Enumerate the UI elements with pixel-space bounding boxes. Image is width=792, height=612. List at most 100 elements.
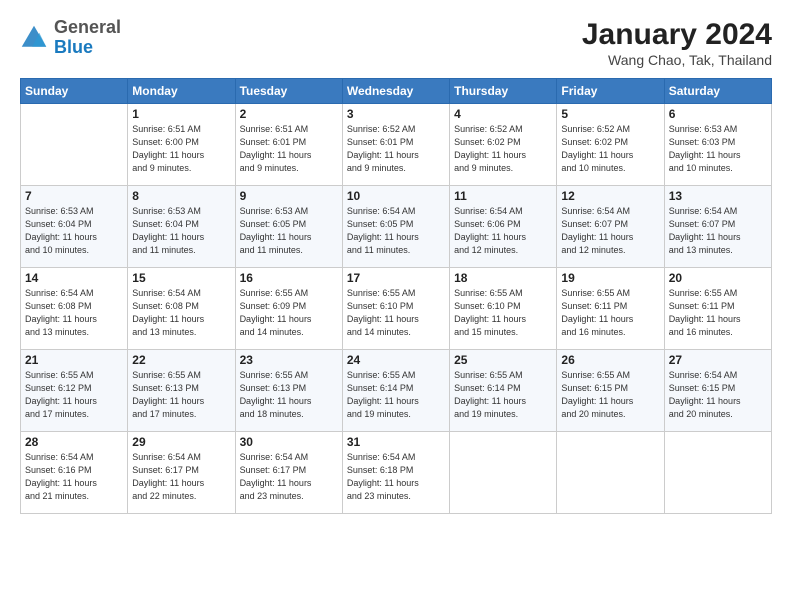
day-number: 16 — [240, 271, 338, 285]
weekday-header-tuesday: Tuesday — [235, 79, 342, 104]
cell-text: Sunrise: 6:55 AM Sunset: 6:11 PM Dayligh… — [669, 287, 767, 339]
calendar-cell: 8 Sunrise: 6:53 AM Sunset: 6:04 PM Daylig… — [128, 186, 235, 268]
cell-text: Sunrise: 6:55 AM Sunset: 6:14 PM Dayligh… — [347, 369, 445, 421]
calendar-cell: 24 Sunrise: 6:55 AM Sunset: 6:14 PM Dayli… — [342, 350, 449, 432]
day-number: 22 — [132, 353, 230, 367]
cell-text: Sunrise: 6:54 AM Sunset: 6:07 PM Dayligh… — [561, 205, 659, 257]
calendar-subtitle: Wang Chao, Tak, Thailand — [582, 52, 772, 68]
cell-text: Sunrise: 6:55 AM Sunset: 6:13 PM Dayligh… — [240, 369, 338, 421]
cell-text: Sunrise: 6:55 AM Sunset: 6:10 PM Dayligh… — [347, 287, 445, 339]
weekday-header-sunday: Sunday — [21, 79, 128, 104]
logo-general: General — [54, 17, 121, 37]
day-number: 8 — [132, 189, 230, 203]
logo-text: General Blue — [54, 18, 121, 58]
day-number: 6 — [669, 107, 767, 121]
cell-text: Sunrise: 6:53 AM Sunset: 6:05 PM Dayligh… — [240, 205, 338, 257]
calendar-cell — [21, 104, 128, 186]
day-number: 29 — [132, 435, 230, 449]
calendar-cell: 17Sunrise: 6:55 AM Sunset: 6:10 PM Dayli… — [342, 268, 449, 350]
day-number: 15 — [132, 271, 230, 285]
calendar-cell: 11 Sunrise: 6:54 AM Sunset: 6:06 PM Dayli… — [450, 186, 557, 268]
day-number: 28 — [25, 435, 123, 449]
day-number: 20 — [669, 271, 767, 285]
logo: General Blue — [20, 18, 121, 58]
cell-text: Sunrise: 6:53 AM Sunset: 6:03 PM Dayligh… — [669, 123, 767, 175]
logo-blue-text: Blue — [54, 37, 93, 57]
cell-text: Sunrise: 6:54 AM Sunset: 6:06 PM Dayligh… — [454, 205, 552, 257]
calendar-table: SundayMondayTuesdayWednesdayThursdayFrid… — [20, 78, 772, 514]
cell-text: Sunrise: 6:53 AM Sunset: 6:04 PM Dayligh… — [25, 205, 123, 257]
cell-text: Sunrise: 6:55 AM Sunset: 6:09 PM Dayligh… — [240, 287, 338, 339]
calendar-cell: 2 Sunrise: 6:51 AM Sunset: 6:01 PM Daylig… — [235, 104, 342, 186]
weekday-header-thursday: Thursday — [450, 79, 557, 104]
calendar-cell — [557, 432, 664, 514]
calendar-cell: 9 Sunrise: 6:53 AM Sunset: 6:05 PM Daylig… — [235, 186, 342, 268]
day-number: 10 — [347, 189, 445, 203]
cell-text: Sunrise: 6:54 AM Sunset: 6:15 PM Dayligh… — [669, 369, 767, 421]
day-number: 4 — [454, 107, 552, 121]
calendar-cell: 3 Sunrise: 6:52 AM Sunset: 6:01 PM Daylig… — [342, 104, 449, 186]
calendar-cell: 1 Sunrise: 6:51 AM Sunset: 6:00 PM Daylig… — [128, 104, 235, 186]
day-number: 1 — [132, 107, 230, 121]
cell-text: Sunrise: 6:51 AM Sunset: 6:01 PM Dayligh… — [240, 123, 338, 175]
day-number: 14 — [25, 271, 123, 285]
cell-text: Sunrise: 6:52 AM Sunset: 6:02 PM Dayligh… — [561, 123, 659, 175]
calendar-week-3: 14 Sunrise: 6:54 AM Sunset: 6:08 PM Dayli… — [21, 268, 772, 350]
day-number: 26 — [561, 353, 659, 367]
calendar-week-4: 21 Sunrise: 6:55 AM Sunset: 6:12 PM Dayli… — [21, 350, 772, 432]
calendar-cell: 6 Sunrise: 6:53 AM Sunset: 6:03 PM Daylig… — [664, 104, 771, 186]
day-number: 2 — [240, 107, 338, 121]
weekday-row: SundayMondayTuesdayWednesdayThursdayFrid… — [21, 79, 772, 104]
cell-text: Sunrise: 6:54 AM Sunset: 6:08 PM Dayligh… — [25, 287, 123, 339]
day-number: 19 — [561, 271, 659, 285]
calendar-body: 1 Sunrise: 6:51 AM Sunset: 6:00 PM Daylig… — [21, 104, 772, 514]
calendar-cell — [450, 432, 557, 514]
calendar-cell: 27Sunrise: 6:54 AM Sunset: 6:15 PM Dayli… — [664, 350, 771, 432]
calendar-cell: 31Sunrise: 6:54 AM Sunset: 6:18 PM Dayli… — [342, 432, 449, 514]
cell-text: Sunrise: 6:54 AM Sunset: 6:18 PM Dayligh… — [347, 451, 445, 503]
cell-text: Sunrise: 6:54 AM Sunset: 6:17 PM Dayligh… — [240, 451, 338, 503]
calendar-cell: 15 Sunrise: 6:54 AM Sunset: 6:08 PM Dayli… — [128, 268, 235, 350]
calendar-cell — [664, 432, 771, 514]
calendar-cell: 16 Sunrise: 6:55 AM Sunset: 6:09 PM Dayli… — [235, 268, 342, 350]
logo-icon — [20, 24, 48, 52]
calendar-cell: 22 Sunrise: 6:55 AM Sunset: 6:13 PM Dayli… — [128, 350, 235, 432]
calendar-cell: 23 Sunrise: 6:55 AM Sunset: 6:13 PM Dayli… — [235, 350, 342, 432]
calendar-cell: 5Sunrise: 6:52 AM Sunset: 6:02 PM Daylig… — [557, 104, 664, 186]
page: General Blue January 2024 Wang Chao, Tak… — [0, 0, 792, 612]
calendar-week-1: 1 Sunrise: 6:51 AM Sunset: 6:00 PM Daylig… — [21, 104, 772, 186]
calendar-cell: 7Sunrise: 6:53 AM Sunset: 6:04 PM Daylig… — [21, 186, 128, 268]
day-number: 12 — [561, 189, 659, 203]
cell-text: Sunrise: 6:52 AM Sunset: 6:02 PM Dayligh… — [454, 123, 552, 175]
cell-text: Sunrise: 6:54 AM Sunset: 6:08 PM Dayligh… — [132, 287, 230, 339]
calendar-title: January 2024 — [582, 18, 772, 52]
cell-text: Sunrise: 6:55 AM Sunset: 6:15 PM Dayligh… — [561, 369, 659, 421]
day-number: 21 — [25, 353, 123, 367]
calendar-week-5: 28 Sunrise: 6:54 AM Sunset: 6:16 PM Dayli… — [21, 432, 772, 514]
cell-text: Sunrise: 6:53 AM Sunset: 6:04 PM Dayligh… — [132, 205, 230, 257]
cell-text: Sunrise: 6:52 AM Sunset: 6:01 PM Dayligh… — [347, 123, 445, 175]
calendar-cell: 21 Sunrise: 6:55 AM Sunset: 6:12 PM Dayli… — [21, 350, 128, 432]
calendar-cell: 10Sunrise: 6:54 AM Sunset: 6:05 PM Dayli… — [342, 186, 449, 268]
calendar-cell: 30Sunrise: 6:54 AM Sunset: 6:17 PM Dayli… — [235, 432, 342, 514]
weekday-header-friday: Friday — [557, 79, 664, 104]
header: General Blue January 2024 Wang Chao, Tak… — [20, 18, 772, 68]
calendar-cell: 20 Sunrise: 6:55 AM Sunset: 6:11 PM Dayli… — [664, 268, 771, 350]
cell-text: Sunrise: 6:55 AM Sunset: 6:12 PM Dayligh… — [25, 369, 123, 421]
cell-text: Sunrise: 6:54 AM Sunset: 6:16 PM Dayligh… — [25, 451, 123, 503]
day-number: 23 — [240, 353, 338, 367]
day-number: 24 — [347, 353, 445, 367]
calendar-cell: 29 Sunrise: 6:54 AM Sunset: 6:17 PM Dayli… — [128, 432, 235, 514]
day-number: 3 — [347, 107, 445, 121]
day-number: 18 — [454, 271, 552, 285]
cell-text: Sunrise: 6:54 AM Sunset: 6:17 PM Dayligh… — [132, 451, 230, 503]
cell-text: Sunrise: 6:55 AM Sunset: 6:13 PM Dayligh… — [132, 369, 230, 421]
calendar-cell: 18Sunrise: 6:55 AM Sunset: 6:10 PM Dayli… — [450, 268, 557, 350]
day-number: 11 — [454, 189, 552, 203]
cell-text: Sunrise: 6:55 AM Sunset: 6:14 PM Dayligh… — [454, 369, 552, 421]
day-number: 25 — [454, 353, 552, 367]
title-block: January 2024 Wang Chao, Tak, Thailand — [582, 18, 772, 68]
calendar-week-2: 7Sunrise: 6:53 AM Sunset: 6:04 PM Daylig… — [21, 186, 772, 268]
cell-text: Sunrise: 6:51 AM Sunset: 6:00 PM Dayligh… — [132, 123, 230, 175]
day-number: 9 — [240, 189, 338, 203]
